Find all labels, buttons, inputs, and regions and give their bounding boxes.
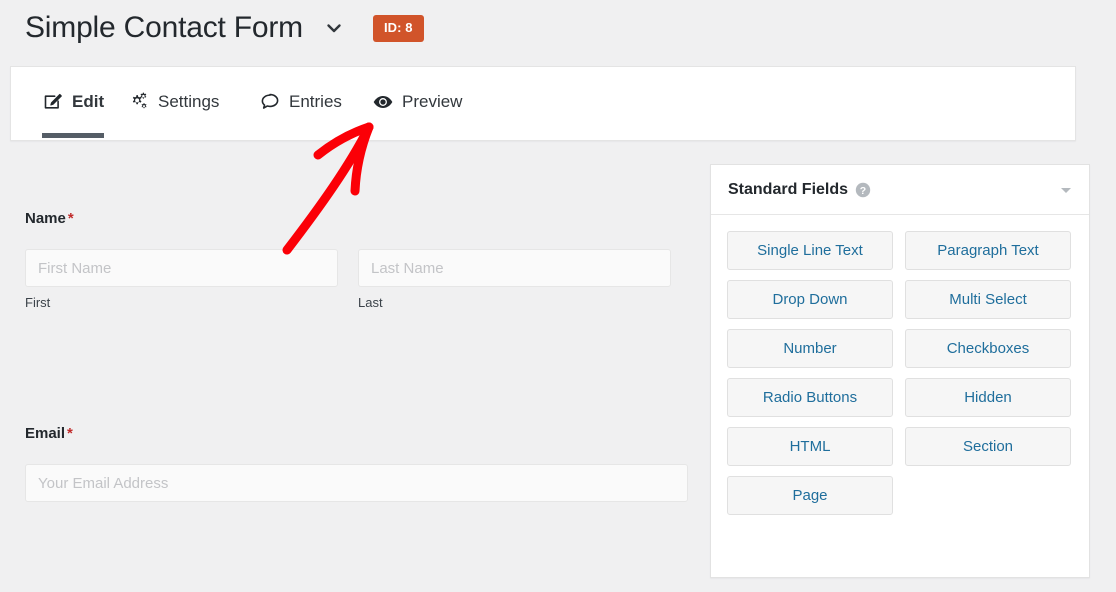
tab-preview[interactable]: Preview — [372, 89, 462, 115]
field-button-radio-buttons[interactable]: Radio Buttons — [727, 378, 893, 417]
first-name-sublabel: First — [25, 295, 51, 310]
caret-down-icon[interactable] — [1057, 181, 1075, 199]
email-input[interactable] — [25, 464, 688, 502]
field-button-html[interactable]: HTML — [727, 427, 893, 466]
form-id-badge: ID: 8 — [372, 14, 424, 42]
field-button-drop-down[interactable]: Drop Down — [727, 280, 893, 319]
field-button-multi-select[interactable]: Multi Select — [905, 280, 1071, 319]
pencil-square-icon — [42, 91, 64, 113]
field-button-section[interactable]: Section — [905, 427, 1071, 466]
field-button-grid: Single Line Text Paragraph Text Drop Dow… — [711, 215, 1089, 515]
form-field-email[interactable]: Email * — [25, 425, 690, 502]
field-button-single-line-text[interactable]: Single Line Text — [727, 231, 893, 270]
page-header: Simple Contact Form ID: 8 — [0, 0, 1116, 56]
required-indicator: * — [67, 425, 73, 442]
tab-edit-label: Edit — [72, 92, 105, 111]
standard-fields-header[interactable]: Standard Fields ? — [711, 165, 1089, 215]
field-label-email-text: Email — [25, 425, 66, 442]
field-button-checkboxes[interactable]: Checkboxes — [905, 329, 1071, 368]
field-button-paragraph-text[interactable]: Paragraph Text — [905, 231, 1071, 270]
field-button-hidden[interactable]: Hidden — [905, 378, 1071, 417]
field-button-number[interactable]: Number — [727, 329, 893, 368]
field-label-name-text: Name — [25, 210, 66, 227]
eye-icon — [372, 91, 394, 113]
tab-entries[interactable]: Entries — [259, 89, 342, 115]
field-button-page[interactable]: Page — [727, 476, 893, 515]
gears-icon — [128, 91, 150, 113]
subfield-last-name: Last — [358, 249, 671, 310]
tab-entries-label: Entries — [289, 92, 342, 111]
tab-edit[interactable]: Edit — [42, 89, 104, 115]
last-name-sublabel: Last — [358, 295, 383, 310]
active-tab-indicator — [42, 133, 104, 138]
tab-settings[interactable]: Settings — [128, 89, 219, 115]
tab-settings-label: Settings — [158, 92, 220, 111]
form-field-name[interactable]: Name* First Last — [25, 210, 690, 310]
svg-text:?: ? — [860, 184, 866, 196]
tab-preview-label: Preview — [402, 92, 463, 111]
standard-fields-title: Standard Fields — [728, 180, 849, 198]
subfield-first-name: First — [25, 249, 338, 310]
subfield-email — [25, 464, 688, 502]
last-name-input[interactable] — [358, 249, 671, 287]
standard-fields-panel: Standard Fields ? Single Line Text Parag… — [710, 164, 1090, 578]
form-tab-bar: Edit Settings Entries Preview — [10, 66, 1076, 141]
first-name-input[interactable] — [25, 249, 338, 287]
field-label-name: Name * — [25, 210, 690, 227]
question-mark-circle-icon[interactable]: ? — [855, 182, 871, 198]
page-title: Simple Contact Form — [25, 11, 303, 44]
field-label-email: Email * — [25, 425, 690, 442]
chevron-down-icon[interactable] — [323, 17, 345, 39]
speech-bubble-icon — [259, 91, 281, 113]
required-indicator: * — [67, 210, 74, 227]
